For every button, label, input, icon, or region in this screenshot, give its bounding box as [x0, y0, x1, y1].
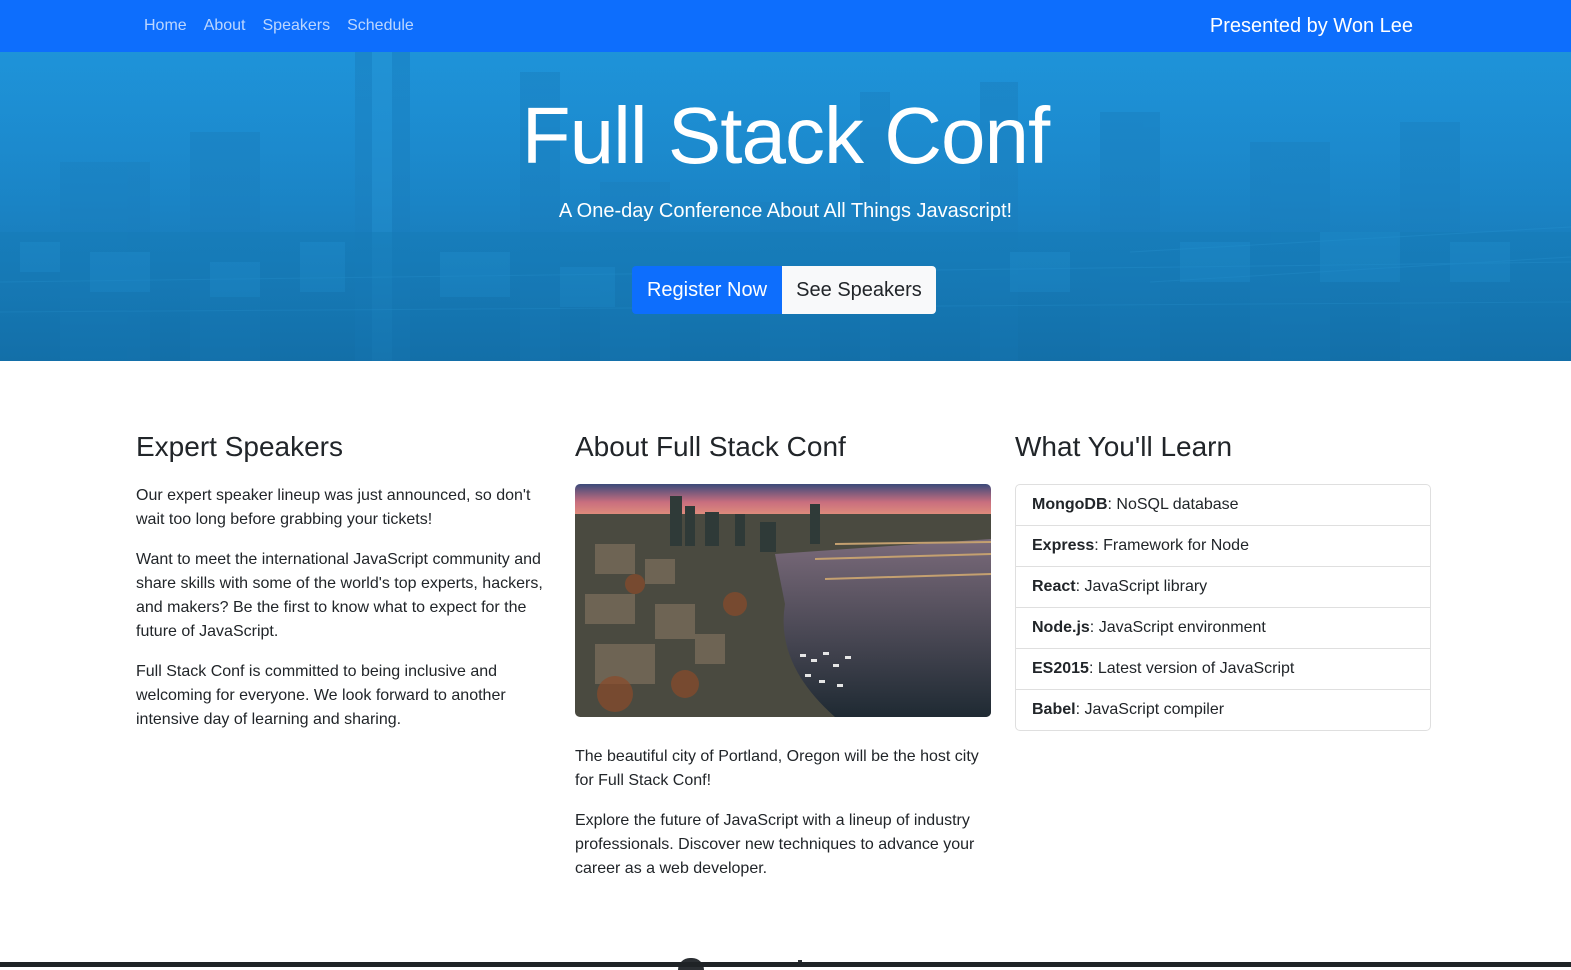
- list-item-term: Node.js: [1032, 618, 1090, 636]
- expert-speakers-heading: Expert Speakers: [136, 431, 343, 462]
- about-heading: About Full Stack Conf: [575, 431, 846, 462]
- list-item-desc: : JavaScript compiler: [1075, 700, 1225, 718]
- list-item: ES2015: Latest version of JavaScript: [1016, 649, 1430, 690]
- list-item-desc: : JavaScript environment: [1089, 618, 1266, 636]
- portland-city-image: [575, 483, 991, 717]
- list-item: Express: Framework for Node: [1016, 526, 1430, 567]
- list-item: Babel: JavaScript compiler: [1016, 690, 1430, 730]
- list-item-term: ES2015: [1032, 659, 1089, 677]
- page-bottom-edge: [0, 962, 1571, 967]
- learn-heading: What You'll Learn: [1015, 431, 1233, 462]
- list-item-term: Babel: [1032, 700, 1076, 718]
- about-paragraph: The beautiful city of Portland, Oregon w…: [575, 747, 979, 789]
- list-item-desc: : JavaScript library: [1075, 577, 1208, 595]
- list-item: React: JavaScript library: [1016, 567, 1430, 608]
- nav-link-schedule[interactable]: Schedule: [347, 17, 414, 35]
- list-item: Node.js: JavaScript environment: [1016, 608, 1430, 649]
- nav-link-home[interactable]: Home: [144, 17, 187, 35]
- about-section: About Full Stack Conf The beautiful city…: [575, 430, 991, 897]
- about-paragraph: Explore the future of JavaScript with a …: [575, 811, 975, 877]
- speakers-paragraph: Our expert speaker lineup was just annou…: [136, 486, 531, 528]
- list-item: MongoDB: NoSQL database: [1016, 485, 1430, 526]
- list-item-desc: : Latest version of JavaScript: [1088, 659, 1295, 677]
- list-item-term: Express: [1032, 536, 1095, 554]
- hero-title: Full Stack Conf: [521, 91, 1050, 180]
- hero-subtitle: A One-day Conference About All Things Ja…: [558, 200, 1013, 222]
- presenter-text: Presented by Won Lee: [1209, 14, 1413, 37]
- list-item-desc: : Framework for Node: [1094, 536, 1249, 554]
- speakers-paragraph: Full Stack Conf is committed to being in…: [136, 662, 506, 728]
- nav-links: Home About Speakers Schedule: [144, 0, 431, 52]
- expert-speakers-section: Expert Speakers Our expert speaker lineu…: [136, 430, 552, 748]
- list-item-term: MongoDB: [1032, 495, 1108, 513]
- hero-button-group: Register Now See Speakers: [632, 266, 936, 314]
- nav-link-speakers[interactable]: Speakers: [263, 17, 331, 35]
- learn-list: MongoDB: NoSQL database Express: Framewo…: [1015, 483, 1431, 731]
- list-item-term: React: [1032, 577, 1076, 595]
- hero-banner: Full Stack Conf A One-day Conference Abo…: [0, 52, 1571, 361]
- register-now-button[interactable]: Register Now: [632, 266, 782, 314]
- speakers-paragraph: Want to meet the international JavaScrip…: [136, 550, 543, 640]
- top-navbar: Home About Speakers Schedule Presented b…: [0, 0, 1571, 52]
- nav-link-about[interactable]: About: [204, 17, 246, 35]
- list-item-desc: : NoSQL database: [1107, 495, 1239, 513]
- what-youll-learn-section: What You'll Learn MongoDB: NoSQL databas…: [1015, 430, 1431, 731]
- see-speakers-button[interactable]: See Speakers: [782, 266, 936, 314]
